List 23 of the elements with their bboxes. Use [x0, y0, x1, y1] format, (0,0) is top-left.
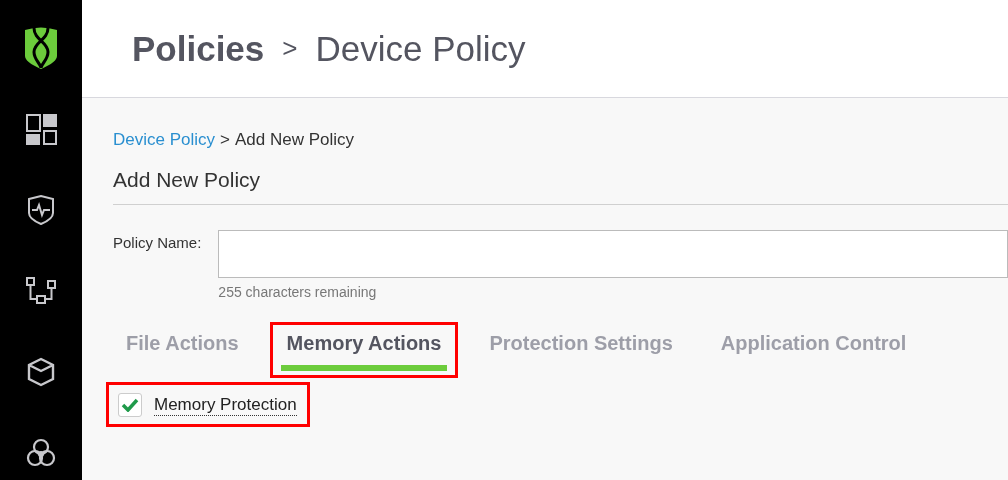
page-title: Add New Policy [113, 168, 1008, 205]
header-subtitle: Device Policy [315, 28, 526, 69]
network-icon [26, 277, 56, 305]
shield-logo-icon [23, 26, 59, 70]
tab[interactable]: Memory Actions [280, 328, 448, 371]
tab[interactable]: File Actions [120, 328, 245, 371]
tab[interactable]: Application Control [714, 328, 913, 371]
header-separator: > [282, 33, 298, 64]
check-icon [121, 398, 139, 412]
breadcrumb-link[interactable]: Device Policy [113, 130, 216, 150]
breadcrumb-separator: > [220, 130, 230, 150]
field-label: Policy Name: [113, 233, 202, 253]
cube-icon [27, 357, 55, 387]
integrations-icon [26, 438, 56, 468]
field-hint: 255 characters remaining [218, 284, 378, 300]
tab[interactable]: Protection Settings [483, 328, 679, 371]
header-title: Policies [132, 28, 265, 69]
option-label: Memory Protection [154, 394, 297, 416]
breadcrumb-current: Add New Policy [235, 130, 355, 150]
shield-pulse-icon [27, 195, 55, 225]
policy-name-field[interactable] [218, 230, 1008, 278]
checkbox[interactable] [118, 393, 142, 417]
dashboard-icon [25, 113, 57, 145]
